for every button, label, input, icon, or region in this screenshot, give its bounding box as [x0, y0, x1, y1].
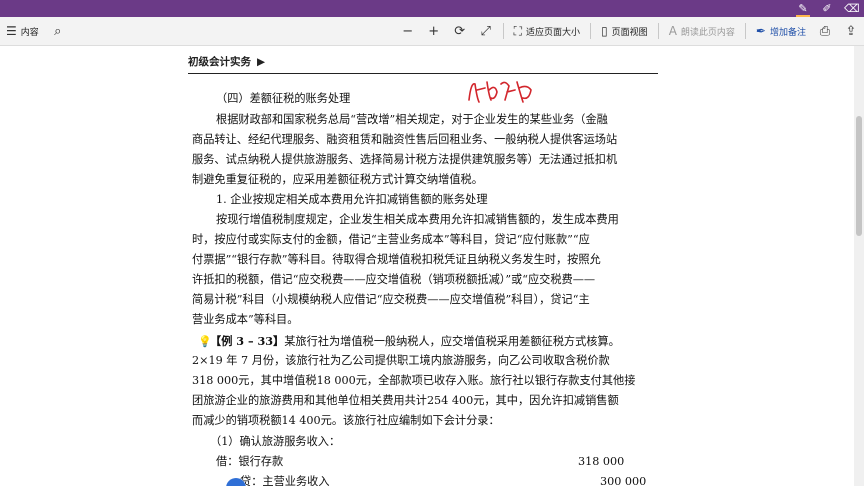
debit-amount: 318 000 [578, 455, 625, 468]
scrollbar-thumb[interactable] [856, 116, 862, 236]
page-view-button[interactable]: ▯ 页面视图 [595, 17, 654, 46]
example-line: 团旅游企业的旅游费用和其他单位相关费用共计254 400元，其中，因允许扣减销售… [192, 394, 619, 407]
zoom-in-button[interactable]: + [421, 17, 447, 46]
example-line: 2×19 年 7 月份，该旅行社为乙公司提供职工境内旅游服务，向乙公司收取含税价… [192, 354, 610, 367]
body-line: 许抵扣的税额，借记“应交税费——应交增值税（销项税额抵减）”或“应交税费—— [192, 273, 596, 286]
page-view-icon: ▯ [601, 24, 608, 38]
fit-page-label: 适应页面大小 [526, 27, 581, 38]
body-line: 营业务成本”等科目。 [192, 313, 299, 326]
fit-page-icon: ⛶ [513, 23, 523, 38]
example-first-line: 💡【例 3 – 33】某旅行社为增值税一般纳税人，应交增值税采用差额征税方式核算… [198, 333, 620, 350]
title-bar-tools: ✎ ✐ ⌫ [796, 0, 860, 17]
lightbulb-icon: 💡 [198, 335, 212, 348]
fullscreen-button[interactable]: ⤢ [473, 17, 499, 46]
read-aloud-icon: A [668, 24, 677, 38]
subsection-heading: 1. 企业按规定相关成本费用允许扣减销售额的账务处理 [216, 193, 488, 206]
page-running-header: 初级会计实务 ▶ [188, 54, 658, 74]
example-text: 某旅行社为增值税一般纳税人，应交增值税采用差额征税方式核算。 [284, 335, 620, 348]
minus-icon: − [402, 23, 414, 39]
window-title-bar: ✎ ✐ ⌫ [0, 0, 864, 17]
book-title: 初级会计实务 [188, 56, 251, 68]
header-arrow-icon: ▶ [257, 56, 266, 68]
rotate-button[interactable]: ⟳ [447, 17, 473, 46]
share-button[interactable]: ⇪ [838, 17, 864, 46]
body-line: 时，按应付或实际支付的金额，借记“主营业务成本”等科目，贷记“应付账款”“应 [192, 233, 590, 246]
document-viewport[interactable]: 初级会计实务 ▶ （四）差额征税的账务处理 根据财政部和国家税务总局“营改增”相关… [0, 46, 864, 486]
eraser-icon[interactable]: ⌫ [844, 0, 860, 17]
list-icon: ☰ [6, 24, 17, 38]
plus-icon: + [428, 23, 440, 39]
add-note-label: 增加备注 [769, 27, 806, 38]
print-button[interactable]: ⎙ [812, 17, 838, 46]
page-view-label: 页面视图 [611, 27, 648, 38]
rotate-icon: ⟳ [454, 23, 466, 39]
search-button[interactable]: ⌕ [45, 17, 71, 46]
toolbar-divider [657, 23, 659, 39]
debit-line: 借：银行存款 [216, 455, 284, 468]
note-pen-icon: ✒ [755, 24, 766, 38]
section-heading: （四）差额征税的账务处理 [216, 92, 351, 105]
highlighter-icon[interactable]: ✐ [820, 0, 834, 17]
pen-icon[interactable]: ✎ [796, 0, 810, 17]
body-line: 制避免重复征税的，应采用差额征税方式计算交纳增值税。 [192, 173, 483, 186]
body-line: 付票据”“银行存款”等科目。待取得合规增值税扣税凭证且纳税义务发生时，按照允 [192, 253, 601, 266]
example-line: 而减少的销项税额14 400元。该旅行社应编制如下会计分录： [192, 414, 500, 427]
add-note-button[interactable]: ✒ 增加备注 [750, 17, 812, 46]
pdf-page: 初级会计实务 ▶ （四）差额征税的账务处理 根据财政部和国家税务总局“营改增”相关… [180, 46, 680, 486]
example-line: 318 000元，其中增值税18 000元，全部款项已收存入账。旅行社以银行存款… [192, 374, 636, 387]
contents-button[interactable]: ☰ 内容 [0, 17, 45, 46]
reader-toolbar: ☰ 内容 ⌕ − + ⟳ ⤢ ⛶ 适应页面大小 ▯ 页面视图 A 朗读此页内容 … [0, 17, 864, 46]
zoom-out-button[interactable]: − [395, 17, 421, 46]
body-line: 简易计税”科目（小规模纳税人应借记“应交税费——应交增值税”科目），贷记“主 [192, 293, 590, 306]
body-line: 服务、试点纳税人提供旅游服务、选择简易计税方法提供建筑服务等）无法通过抵扣机 [192, 153, 618, 166]
toolbar-divider [502, 23, 504, 39]
share-icon: ⇪ [845, 23, 857, 39]
body-line: 按现行增值税制度规定，企业发生相关成本费用允许扣减销售额的，发生成本费用 [216, 213, 619, 226]
contents-label: 内容 [20, 27, 39, 38]
body-line: 商品转让、经纪代理服务、融资租赁和融资性售后回租业务、一般纳税人提供客运场站 [192, 133, 618, 146]
example-title: 【例 3 – 33】 [210, 334, 285, 348]
ink-annotation[interactable] [465, 76, 535, 108]
vertical-scrollbar[interactable] [854, 46, 864, 486]
fit-page-button[interactable]: ⛶ 适应页面大小 [508, 17, 586, 46]
read-aloud-button[interactable]: A 朗读此页内容 [663, 17, 741, 46]
search-icon: ⌕ [54, 23, 62, 39]
read-aloud-label: 朗读此页内容 [680, 27, 735, 38]
toolbar-divider [590, 23, 592, 39]
entry-step: （1）确认旅游服务收入： [210, 435, 341, 448]
ink-stroke [468, 81, 532, 103]
credit-amount: 300 000 [600, 475, 647, 486]
toolbar-divider [744, 23, 746, 39]
credit-line: 贷：主营业务收入 [240, 475, 330, 486]
expand-icon: ⤢ [480, 23, 491, 39]
print-icon: ⎙ [819, 23, 831, 39]
body-line: 根据财政部和国家税务总局“营改增”相关规定，对于企业发生的某些业务（金融 [216, 113, 608, 126]
